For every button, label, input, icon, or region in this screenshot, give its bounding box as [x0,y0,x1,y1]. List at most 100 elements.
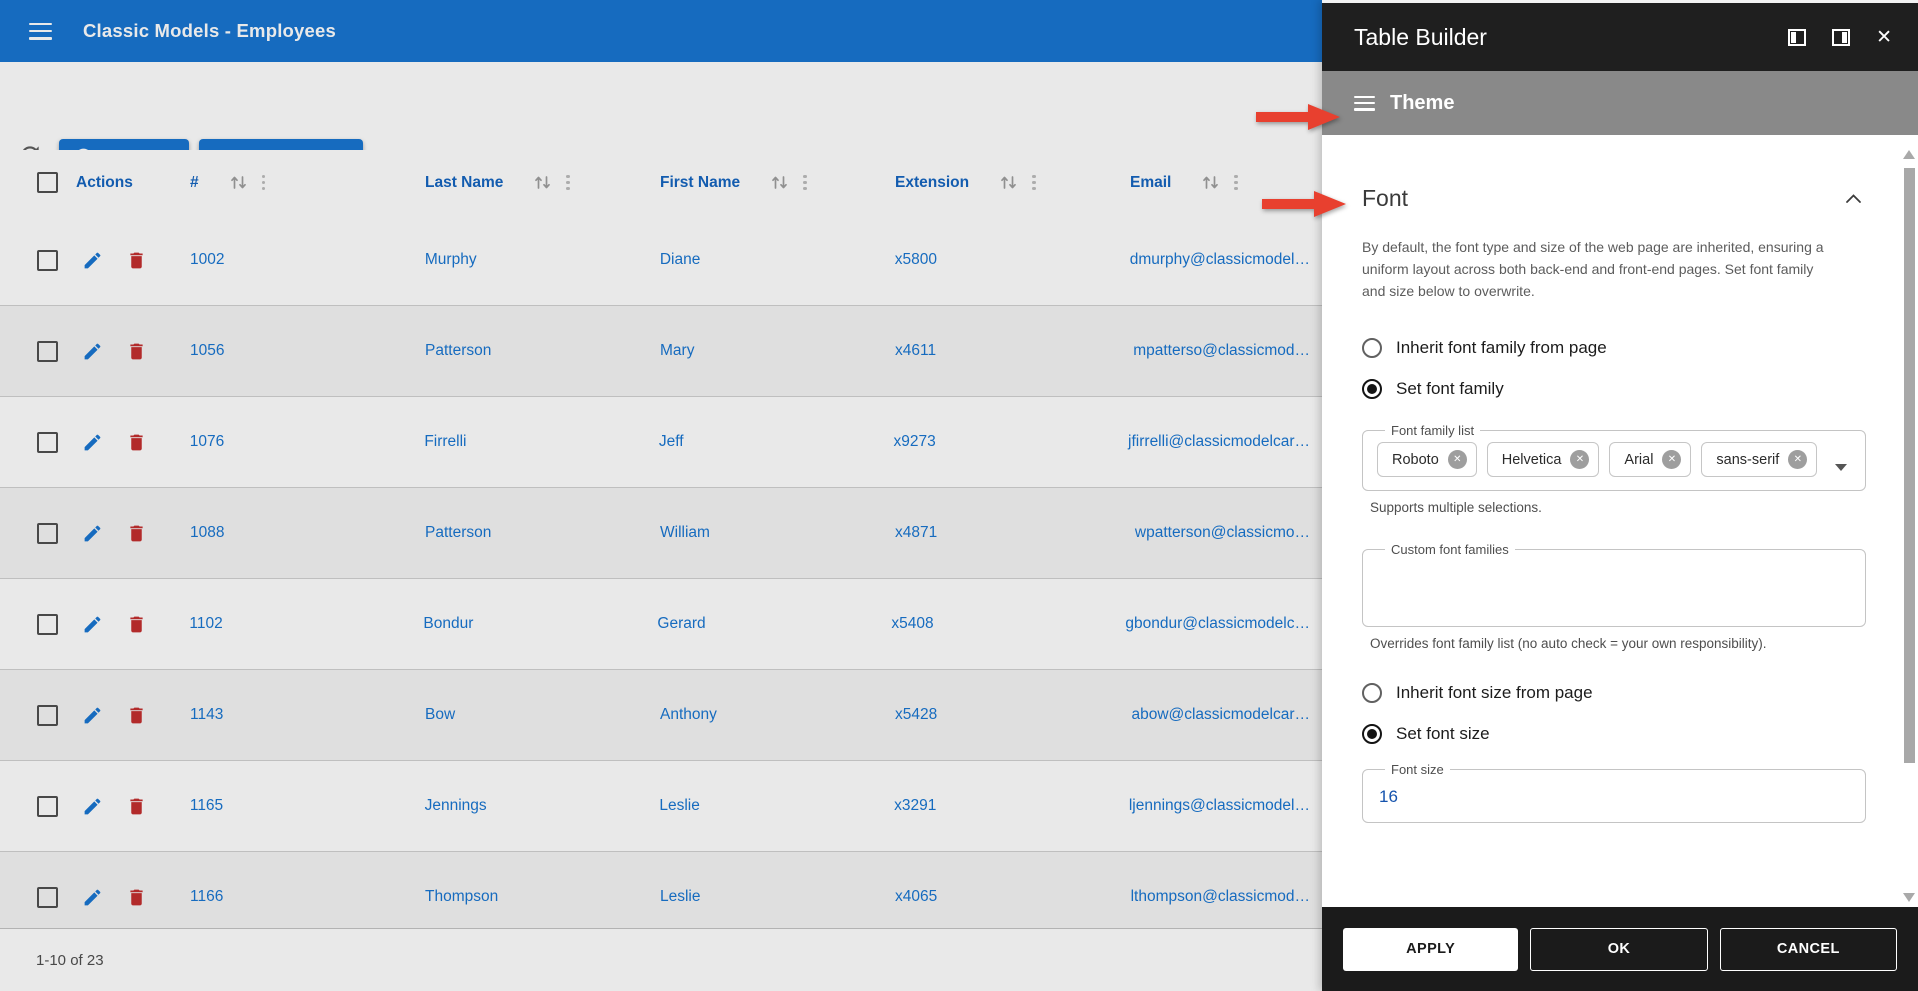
radio-circle-icon[interactable] [1362,379,1382,399]
custom-font-families-input[interactable] [1377,559,1855,609]
font-family-chip[interactable]: sans-serif✕ [1701,442,1817,477]
dropdown-caret-icon[interactable] [1835,464,1847,471]
delete-trash-icon[interactable] [126,341,147,362]
scrollbar-down-icon[interactable] [1903,893,1915,902]
dock-right-icon[interactable] [1832,29,1850,46]
email-cell: mpatterso@classicmod… [1130,342,1322,360]
font-family-list-field[interactable]: Font family list Roboto✕Helvetica✕Arial✕… [1362,423,1866,491]
row-checkbox[interactable] [37,250,58,271]
column-menu-icon[interactable] [260,173,268,193]
edit-pencil-icon[interactable] [82,341,103,362]
last-name-cell: Thompson [425,888,660,906]
extension-cell: x4871 [895,524,1130,542]
edit-pencil-icon[interactable] [82,614,103,635]
font-family-chips: Roboto✕Helvetica✕Arial✕sans-serif✕ [1377,442,1851,477]
column-header-extension: Extension [895,173,1130,193]
row-checkbox-cell [0,796,74,817]
drag-handle-icon[interactable] [1354,96,1375,111]
radio-set-font-size[interactable]: Set font size [1362,724,1862,744]
chip-remove-icon[interactable]: ✕ [1662,450,1681,469]
ok-button[interactable]: OK [1530,928,1707,971]
radio-circle-icon[interactable] [1362,338,1382,358]
font-family-chip[interactable]: Roboto✕ [1377,442,1477,477]
chip-remove-icon[interactable]: ✕ [1570,450,1589,469]
extension-cell: x4065 [895,888,1130,906]
radio-circle-icon[interactable] [1362,724,1382,744]
column-menu-icon[interactable] [1232,173,1240,193]
chip-remove-icon[interactable]: ✕ [1788,450,1807,469]
menu-icon[interactable] [29,23,52,40]
apply-button[interactable]: APPLY [1343,928,1518,971]
delete-trash-icon[interactable] [126,432,147,453]
chip-label: Helvetica [1502,452,1562,468]
custom-font-families-field[interactable]: Custom font families [1362,542,1866,627]
chevron-up-icon [1845,193,1862,204]
theme-section-label: Theme [1390,92,1454,115]
panel-title: Table Builder [1354,24,1788,51]
header-checkbox-cell [0,172,74,193]
close-icon[interactable]: ✕ [1876,28,1892,47]
column-label: Extension [895,174,969,192]
radio-set-font-family[interactable]: Set font family [1362,379,1862,399]
dock-left-icon[interactable] [1788,29,1806,46]
delete-trash-icon[interactable] [126,796,147,817]
font-family-chip[interactable]: Helvetica ✕ [1487,442,1600,477]
row-checkbox[interactable] [37,432,58,453]
edit-pencil-icon[interactable] [82,523,103,544]
row-checkbox[interactable] [37,523,58,544]
edit-pencil-icon[interactable] [82,705,103,726]
edit-pencil-icon[interactable] [82,796,103,817]
sort-icon[interactable] [533,175,552,190]
font-family-helper: Supports multiple selections. [1370,500,1862,515]
edit-pencil-icon[interactable] [82,887,103,908]
delete-trash-icon[interactable] [126,614,147,635]
scrollbar-thumb[interactable] [1904,168,1915,763]
sort-icon[interactable] [229,175,248,190]
chip-remove-icon[interactable]: ✕ [1448,450,1467,469]
delete-trash-icon[interactable] [126,887,147,908]
main-content: Classic Models - Employees NEW ROW BULK … [0,0,1322,991]
row-checkbox-cell [0,432,74,453]
edit-pencil-icon[interactable] [82,250,103,271]
first-name-cell: Leslie [660,888,895,906]
font-family-chip[interactable]: Arial✕ [1609,442,1691,477]
radio-inherit-font-size[interactable]: Inherit font size from page [1362,683,1862,703]
font-size-input[interactable] [1377,779,1855,808]
table-row: 1056PattersonMaryx4611mpatterso@classicm… [0,306,1322,397]
row-checkbox[interactable] [37,614,58,635]
table-body: 1002MurphyDianex5800dmurphy@classicmodel… [0,215,1322,929]
row-checkbox[interactable] [37,796,58,817]
last-name-cell: Jennings [425,797,660,815]
delete-trash-icon[interactable] [126,523,147,544]
scrollbar-up-icon[interactable] [1903,150,1915,159]
sort-icon[interactable] [770,175,789,190]
row-checkbox[interactable] [37,705,58,726]
row-checkbox-cell [0,341,74,362]
radio-inherit-font-family[interactable]: Inherit font family from page [1362,338,1862,358]
first-name-cell: Mary [660,342,895,360]
row-checkbox[interactable] [37,887,58,908]
row-checkbox-cell [0,250,74,271]
font-section-toggle[interactable]: Font [1362,185,1862,212]
table-row: 1143BowAnthonyx5428abow@classicmodelcar… [0,670,1322,761]
delete-trash-icon[interactable] [126,250,147,271]
edit-pencil-icon[interactable] [82,432,103,453]
delete-trash-icon[interactable] [126,705,147,726]
column-menu-icon[interactable] [801,173,809,193]
column-menu-icon[interactable] [564,173,572,193]
cancel-button[interactable]: CANCEL [1720,928,1897,971]
sort-icon[interactable] [1201,175,1220,190]
theme-section-header[interactable]: Theme [1322,71,1918,135]
table-header-row: Actions#Last NameFirst NameExtensionEmai… [0,150,1322,216]
select-all-checkbox[interactable] [37,172,58,193]
table-builder-panel: Table Builder ✕ Theme Font By default, t… [1322,0,1918,991]
column-menu-icon[interactable] [1030,173,1038,193]
table-footer: 1-10 of 23 [0,928,1322,991]
radio-circle-icon[interactable] [1362,683,1382,703]
app-bar: Classic Models - Employees [0,0,1322,62]
row-checkbox-cell [0,887,74,908]
first-name-cell: Diane [660,251,895,269]
font-size-field[interactable]: Font size [1362,762,1866,823]
row-checkbox[interactable] [37,341,58,362]
sort-icon[interactable] [999,175,1018,190]
